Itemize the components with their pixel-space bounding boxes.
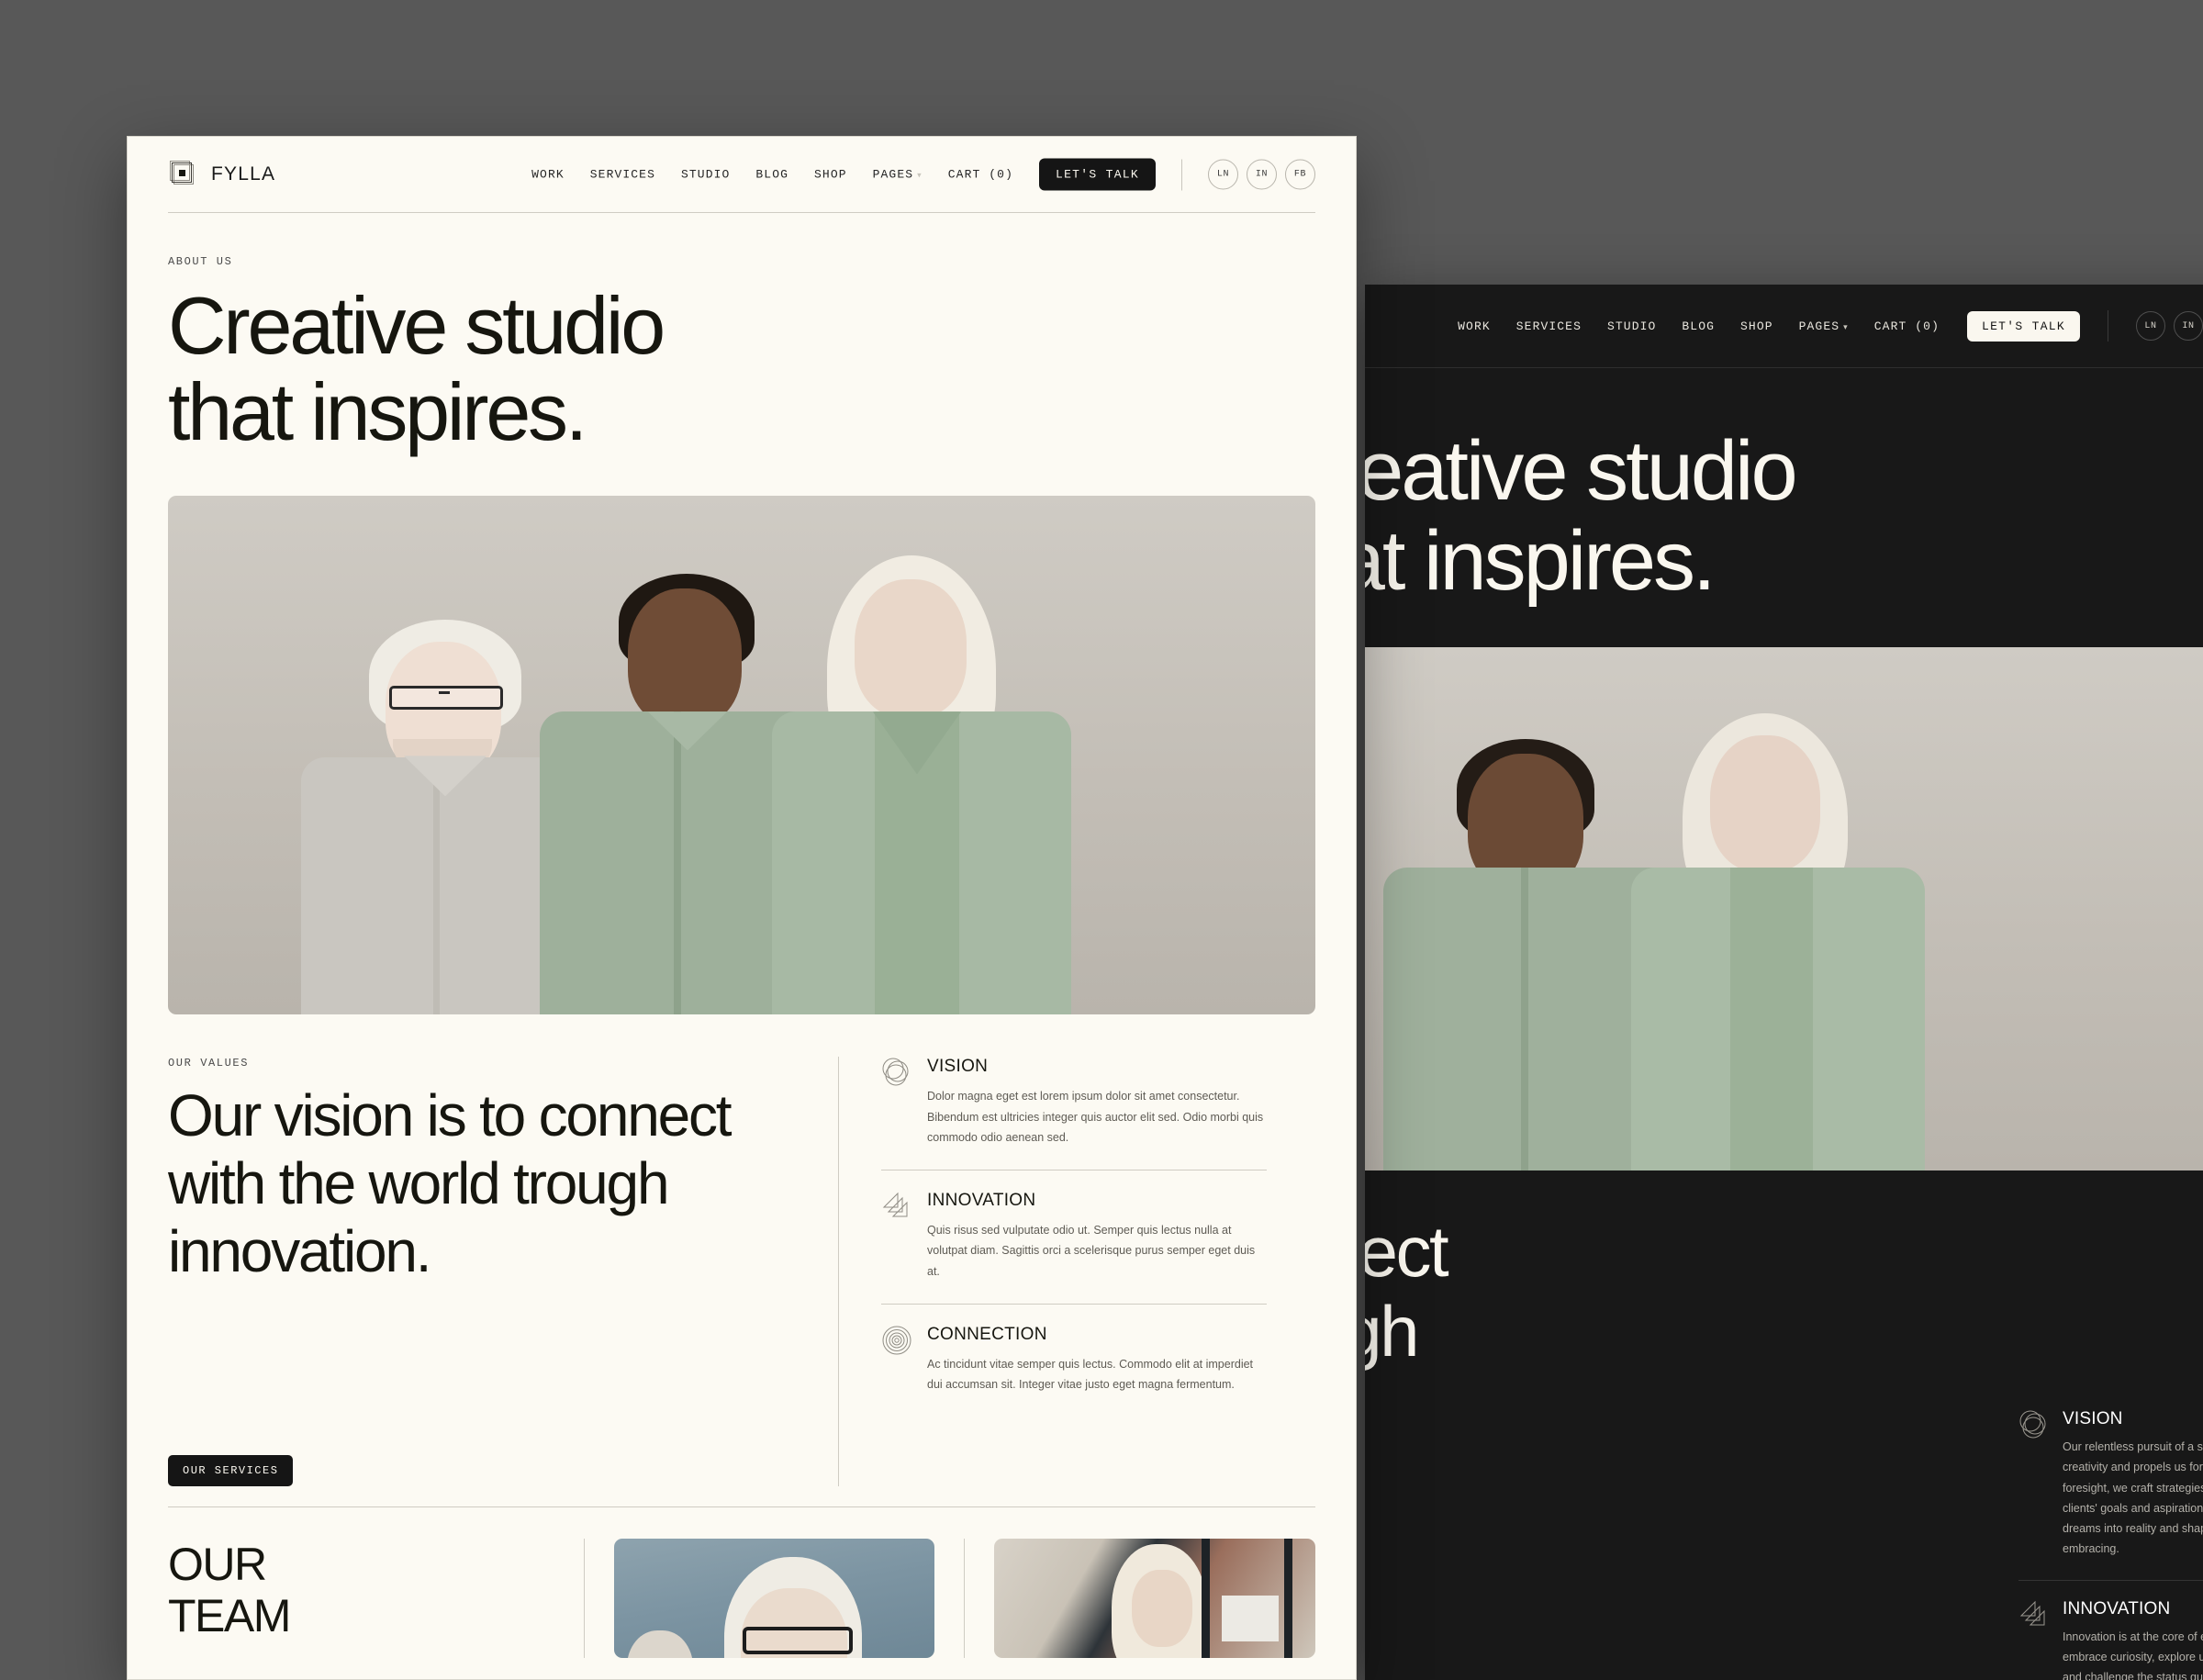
dark-value-title: INNOVATION: [2063, 1599, 2203, 1619]
dark-value-item-vision: VISION Our relentless pursuit of a share…: [2018, 1409, 2203, 1581]
dark-values-list: VISION Our relentless pursuit of a share…: [2018, 1409, 2203, 1680]
dark-linkedin-icon[interactable]: LN: [2136, 311, 2165, 341]
dark-nav-item-blog[interactable]: BLOG: [1682, 319, 1715, 333]
brand-name: FYLLA: [211, 163, 275, 185]
overlapping-circles-icon: [881, 1057, 912, 1088]
value-item-vision: VISION Dolor magna eget est lorem ipsum …: [881, 1057, 1267, 1170]
dark-value-title: VISION: [2063, 1409, 2203, 1429]
dark-value-body: Innovation is at the core of everything …: [2063, 1627, 2203, 1680]
nav-item-blog[interactable]: BLOG: [755, 168, 788, 182]
dark-value-item-innovation: INNOVATION Innovation is at the core of …: [2018, 1599, 2203, 1680]
nav-item-shop[interactable]: SHOP: [814, 168, 847, 182]
nav-item-pages[interactable]: PAGES▾: [873, 168, 923, 182]
social-links: LN IN FB: [1208, 160, 1315, 190]
hero-image: [168, 496, 1315, 1014]
value-title: VISION: [927, 1057, 1267, 1077]
dark-nav-item-services[interactable]: SERVICES: [1516, 319, 1582, 333]
chevron-down-icon: ▾: [917, 172, 923, 181]
facebook-icon[interactable]: FB: [1285, 160, 1315, 190]
dark-instagram-icon[interactable]: IN: [2174, 311, 2203, 341]
value-item-connection: CONNECTION Ac tincidunt vitae semper qui…: [881, 1325, 1267, 1395]
our-services-button[interactable]: OUR SERVICES: [168, 1455, 293, 1486]
chevron-down-icon: ▾: [1843, 323, 1849, 332]
team-divider-1: [584, 1539, 585, 1658]
overlapping-circles-icon: [2018, 1409, 2050, 1440]
stacked-triangles-icon: [2018, 1599, 2050, 1630]
dark-nav-links: WORK SERVICES STUDIO BLOG SHOP PAGES▾ CA…: [1458, 319, 1940, 333]
dark-value-body: Our relentless pursuit of a shared visio…: [2063, 1437, 2203, 1560]
lets-talk-button[interactable]: LET'S TALK: [1039, 159, 1156, 191]
values-statement: Our vision is to connect with the world …: [168, 1082, 811, 1285]
value-body: Dolor magna eget est lorem ipsum dolor s…: [927, 1086, 1267, 1148]
value-item-innovation: INNOVATION Quis risus sed vulputate odio…: [881, 1191, 1267, 1305]
hero-eyebrow: ABOUT US: [168, 255, 1315, 268]
dark-hero-image: [1365, 647, 2203, 1170]
values-section: OUR VALUES Our vision is to connect with…: [128, 1057, 1356, 1486]
nav-links: WORK SERVICES STUDIO BLOG SHOP PAGES▾ CA…: [531, 168, 1013, 182]
nav-item-pages-label: PAGES: [873, 168, 914, 182]
dark-nav-item-work[interactable]: WORK: [1458, 319, 1491, 333]
team-card-1[interactable]: [614, 1539, 935, 1658]
instagram-icon[interactable]: IN: [1247, 160, 1277, 190]
value-body: Ac tincidunt vitae semper quis lectus. C…: [927, 1354, 1267, 1395]
team-divider-2: [964, 1539, 965, 1658]
concentric-circles-icon: [881, 1325, 912, 1356]
navbar: FYLLA WORK SERVICES STUDIO BLOG SHOP PAG…: [168, 137, 1315, 213]
stacked-squares-logo-icon: [168, 159, 199, 190]
cart-link[interactable]: CART (0): [948, 168, 1013, 182]
value-body: Quis risus sed vulputate odio ut. Semper…: [927, 1220, 1267, 1282]
values-list: VISION Dolor magna eget est lorem ipsum …: [838, 1057, 1267, 1486]
nav-item-services[interactable]: SERVICES: [590, 168, 655, 182]
value-title: INNOVATION: [927, 1191, 1267, 1211]
dark-hero-title: Creative studio that inspires.: [1365, 427, 1795, 606]
stacked-triangles-icon: [881, 1191, 912, 1222]
values-left-column: OUR VALUES Our vision is to connect with…: [168, 1057, 838, 1486]
dark-social-links: LN IN FB: [2136, 311, 2203, 341]
team-title: OUR TEAM: [168, 1539, 554, 1658]
value-title: CONNECTION: [927, 1325, 1267, 1345]
dark-theme-preview-panel: WORK SERVICES STUDIO BLOG SHOP PAGES▾ CA…: [1365, 285, 2203, 1680]
brand-logo[interactable]: FYLLA: [168, 159, 275, 190]
light-theme-page-panel: FYLLA WORK SERVICES STUDIO BLOG SHOP PAG…: [127, 136, 1357, 1680]
dark-navbar: WORK SERVICES STUDIO BLOG SHOP PAGES▾ CA…: [1365, 285, 2203, 368]
nav-item-studio[interactable]: STUDIO: [681, 168, 730, 182]
page-title: Creative studio that inspires.: [168, 283, 1315, 455]
dark-statement: onnect rough: [1365, 1212, 1447, 1372]
nav-divider: [1181, 159, 1182, 190]
linkedin-icon[interactable]: LN: [1208, 160, 1238, 190]
team-section: OUR TEAM: [128, 1507, 1356, 1658]
nav-item-work[interactable]: WORK: [531, 168, 565, 182]
team-card-2[interactable]: [994, 1539, 1315, 1658]
values-eyebrow: OUR VALUES: [168, 1057, 811, 1070]
dark-nav-item-shop[interactable]: SHOP: [1740, 319, 1773, 333]
dark-nav-item-pages[interactable]: PAGES▾: [1799, 319, 1849, 333]
dark-nav-item-studio[interactable]: STUDIO: [1607, 319, 1656, 333]
hero-section: ABOUT US Creative studio that inspires.: [128, 255, 1356, 1014]
dark-lets-talk-button[interactable]: LET'S TALK: [1967, 311, 2080, 342]
dark-cart-link[interactable]: CART (0): [1874, 319, 1940, 333]
dark-nav-item-pages-label: PAGES: [1799, 319, 1840, 333]
